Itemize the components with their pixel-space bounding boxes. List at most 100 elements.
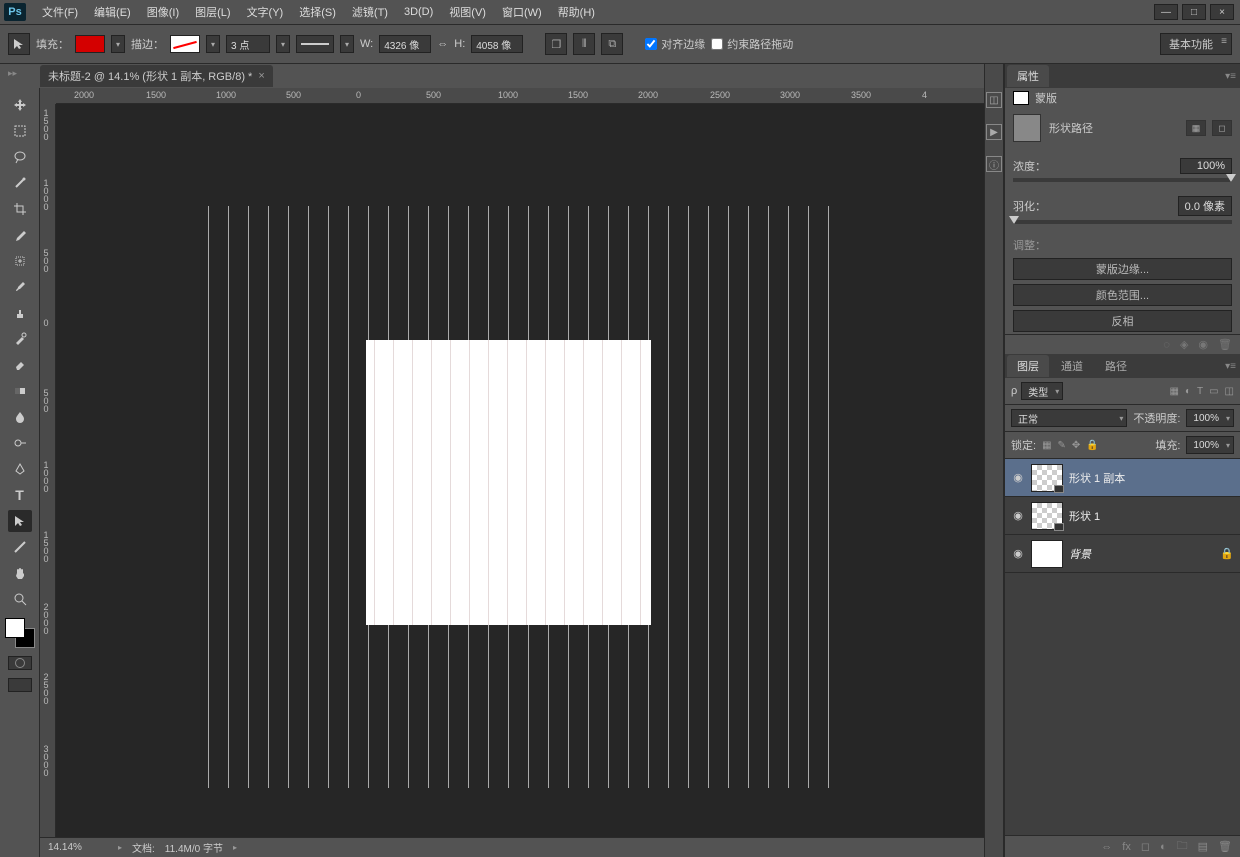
link-chain-icon[interactable]: ⇔ (437, 38, 448, 50)
layer-name[interactable]: 形状 1 (1069, 508, 1234, 524)
menu-layer[interactable]: 图层(L) (187, 4, 238, 20)
toolbox-handle-icon[interactable]: ▸▸ (8, 68, 17, 79)
magic-wand-tool[interactable] (8, 172, 32, 194)
menu-window[interactable]: 窗口(W) (494, 4, 550, 20)
healing-tool[interactable] (8, 250, 32, 272)
fill-swatch[interactable] (75, 35, 105, 53)
status-doc-dropdown[interactable]: ▸ (233, 843, 237, 852)
eyedropper-tool[interactable] (8, 224, 32, 246)
menu-type[interactable]: 文字(Y) (239, 4, 292, 20)
filter-shape-icon[interactable]: ▭ (1209, 386, 1218, 397)
constrain-path-input[interactable] (711, 38, 723, 50)
type-tool[interactable]: T (8, 484, 32, 506)
layer-thumb[interactable] (1031, 540, 1063, 568)
align-edges-input[interactable] (645, 38, 657, 50)
link-layers-icon[interactable]: ⇔ (1101, 841, 1112, 853)
align-edges-checkbox[interactable]: 对齐边缘 (645, 36, 705, 52)
menu-3d[interactable]: 3D(D) (396, 6, 441, 18)
hand-tool[interactable] (8, 562, 32, 584)
layer-row[interactable]: ◉背景🔒 (1005, 535, 1240, 573)
pixel-mask-icon[interactable]: ▦ (1186, 120, 1206, 136)
stroke-size-dropdown[interactable]: ▾ (276, 35, 290, 53)
gradient-tool[interactable] (8, 380, 32, 402)
apply-mask-icon[interactable]: ◈ (1180, 338, 1188, 351)
layer-visibility-icon[interactable]: ◉ (1011, 471, 1025, 484)
quickmask-toggle[interactable] (8, 656, 32, 670)
new-layer-icon[interactable]: ▤ (1198, 840, 1208, 853)
canvas-viewport[interactable] (56, 104, 984, 837)
menu-help[interactable]: 帮助(H) (550, 4, 603, 20)
layer-visibility-icon[interactable]: ◉ (1011, 547, 1025, 560)
arrange-icon[interactable]: ⧉ (601, 33, 623, 55)
path-select-tool[interactable] (8, 510, 32, 532)
lock-all-icon[interactable]: 🔒 (1086, 440, 1098, 451)
menu-filter[interactable]: 滤镜(T) (344, 4, 396, 20)
stroke-size-input[interactable] (226, 35, 270, 53)
marquee-tool[interactable] (8, 120, 32, 142)
layer-fx-icon[interactable]: fx (1122, 841, 1131, 853)
histogram-panel-icon[interactable]: ◫ (986, 92, 1002, 108)
add-mask-icon[interactable]: ◻ (1141, 840, 1150, 853)
layer-row[interactable]: ◉形状 1 (1005, 497, 1240, 535)
ruler-horizontal[interactable]: 2000150010005000500100015002000250030003… (56, 88, 984, 104)
workspace-switcher[interactable]: 基本功能 (1160, 33, 1232, 55)
window-minimize[interactable]: — (1154, 4, 1178, 20)
lasso-tool[interactable] (8, 146, 32, 168)
stroke-style-dropdown[interactable]: ▾ (340, 35, 354, 53)
info-panel-icon[interactable]: ⓘ (986, 156, 1002, 172)
lock-pixels-icon[interactable]: ✎ (1058, 440, 1066, 451)
lock-position-icon[interactable]: ✥ (1072, 440, 1080, 451)
menu-edit[interactable]: 编辑(E) (86, 4, 139, 20)
delete-layer-icon[interactable]: 🗑 (1218, 840, 1232, 853)
filter-pixel-icon[interactable]: ▦ (1169, 386, 1178, 397)
align-icon[interactable]: ⫴ (573, 33, 595, 55)
layer-name[interactable]: 背景 (1069, 546, 1214, 562)
menu-file[interactable]: 文件(F) (34, 4, 86, 20)
document-tab[interactable]: 未标题-2 @ 14.1% (形状 1 副本, RGB/8) * × (40, 65, 273, 87)
layers-panel-menu-icon[interactable]: ▾≡ (1225, 361, 1236, 372)
window-maximize[interactable]: □ (1182, 4, 1206, 20)
pen-tool[interactable] (8, 458, 32, 480)
eraser-tool[interactable] (8, 354, 32, 376)
mask-edges-button[interactable]: 蒙版边缘... (1013, 258, 1232, 280)
screenmode-toggle[interactable] (8, 678, 32, 692)
clone-stamp-tool[interactable] (8, 302, 32, 324)
ruler-vertical[interactable]: 15001000500050010001500200025003000 (40, 104, 56, 837)
menu-view[interactable]: 视图(V) (441, 4, 494, 20)
filter-type-icon[interactable]: T (1197, 386, 1203, 397)
lock-transparent-icon[interactable]: ▦ (1042, 440, 1051, 451)
stroke-swatch[interactable] (170, 35, 200, 53)
status-zoom-dropdown[interactable]: ▸ (118, 843, 122, 852)
foreground-color[interactable] (5, 618, 25, 638)
layer-thumb[interactable] (1031, 464, 1063, 492)
color-range-button[interactable]: 颜色范围... (1013, 284, 1232, 306)
menu-image[interactable]: 图像(I) (139, 4, 187, 20)
document-tab-close[interactable]: × (258, 70, 264, 82)
fill-opacity-value[interactable]: 100% (1186, 436, 1234, 454)
path-select-tool-icon[interactable] (8, 33, 30, 55)
density-value[interactable]: 100% (1180, 158, 1232, 174)
stroke-style-preview[interactable] (296, 35, 334, 53)
delete-mask-icon[interactable]: 🗑 (1218, 338, 1232, 351)
invert-button[interactable]: 反相 (1013, 310, 1232, 332)
height-input[interactable] (471, 35, 523, 53)
brush-tool[interactable] (8, 276, 32, 298)
move-tool[interactable] (8, 94, 32, 116)
toggle-mask-icon[interactable]: ◉ (1198, 338, 1208, 351)
feather-slider[interactable] (1013, 220, 1232, 224)
zoom-tool[interactable] (8, 588, 32, 610)
pathops-combine-icon[interactable]: ❐ (545, 33, 567, 55)
density-slider[interactable] (1013, 178, 1232, 182)
new-group-icon[interactable]: 🗀 (1177, 837, 1188, 856)
fill-dropdown[interactable]: ▾ (111, 35, 125, 53)
status-zoom[interactable]: 14.14% (48, 842, 108, 853)
blend-mode-dropdown[interactable]: 正常 (1011, 409, 1127, 427)
paths-tab[interactable]: 路径 (1095, 355, 1137, 377)
foreground-background-swatch[interactable] (5, 618, 35, 648)
filter-smart-icon[interactable]: ◫ (1225, 386, 1234, 397)
dodge-tool[interactable] (8, 432, 32, 454)
width-input[interactable] (379, 35, 431, 53)
stroke-dropdown[interactable]: ▾ (206, 35, 220, 53)
constrain-path-checkbox[interactable]: 约束路径拖动 (711, 36, 793, 52)
window-close[interactable]: × (1210, 4, 1234, 20)
